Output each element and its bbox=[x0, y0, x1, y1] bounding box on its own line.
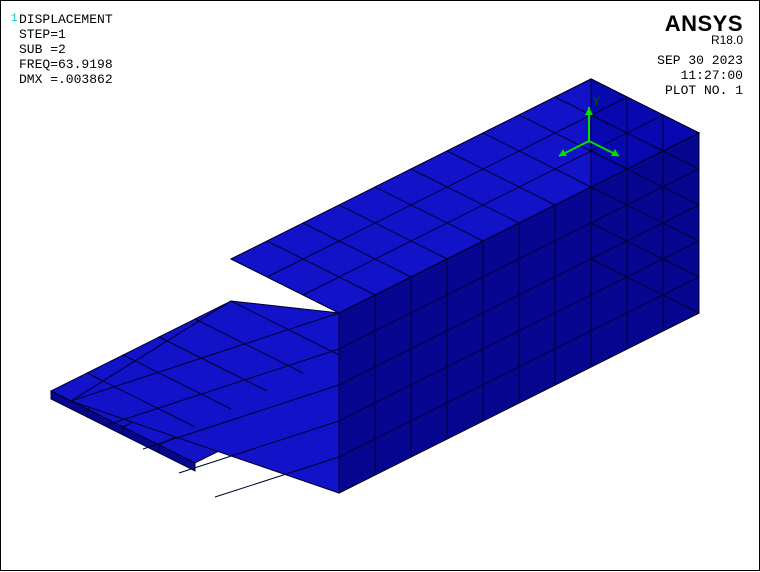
dmx-label: DMX =.003862 bbox=[19, 73, 113, 88]
result-info-block: 1 DISPLACEMENT STEP=1 SUB =2 FREQ=63.919… bbox=[19, 13, 113, 88]
step-label: STEP=1 bbox=[19, 28, 113, 43]
plot-number: PLOT NO. 1 bbox=[657, 84, 743, 99]
window-index-marker: 1 bbox=[11, 13, 18, 26]
plot-time: 11:27:00 bbox=[657, 69, 743, 84]
plot-date: SEP 30 2023 bbox=[657, 54, 743, 69]
brand-version: R18.0 bbox=[657, 34, 743, 48]
axis-y-label: Y bbox=[593, 95, 600, 109]
sub-label: SUB =2 bbox=[19, 43, 113, 58]
result-title: DISPLACEMENT bbox=[19, 13, 113, 28]
freq-label: FREQ=63.9198 bbox=[19, 58, 113, 73]
plot-viewport: .f { fill: #0808b0; stroke: #000030; str… bbox=[1, 1, 759, 570]
mesh-model: Y bbox=[51, 79, 699, 521]
brand-meta-block: ANSYS R18.0 SEP 30 2023 11:27:00 PLOT NO… bbox=[657, 11, 743, 99]
